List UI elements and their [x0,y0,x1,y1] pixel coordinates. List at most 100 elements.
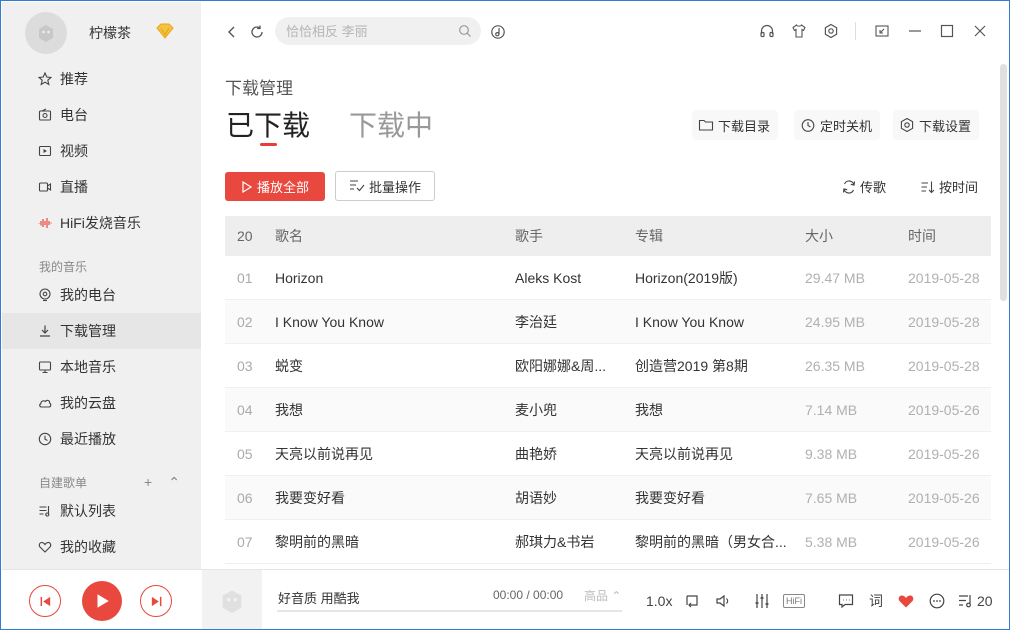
row-album[interactable]: 黎明前的黑暗（男女合... [635,532,805,552]
back-icon[interactable] [222,22,242,42]
mini-mode-icon[interactable] [872,21,892,41]
download-folder-button[interactable]: 下载目录 [692,110,779,140]
volume-icon[interactable] [714,591,732,611]
tab-downloaded[interactable]: 已下载 [226,104,310,144]
sidebar-item-radio[interactable]: 电台 [2,97,201,133]
row-song-name[interactable]: I Know You Know [275,314,515,330]
table-row[interactable]: 05 天亮以前说再见 曲艳娇 天亮以前说再见 9.38 MB 2019-05-26 [225,432,991,476]
recognize-music-icon[interactable] [488,22,508,42]
play-all-button[interactable]: 播放全部 [225,172,325,201]
sidebar-item-my-radio[interactable]: 我的电台 [2,277,201,313]
header-album[interactable]: 专辑 [635,226,805,246]
avatar[interactable] [25,12,67,54]
sort-transfer-button[interactable]: 传歌 [841,177,886,196]
sort-by-time-button[interactable]: 按时间 [920,177,978,196]
skin-tshirt-icon[interactable] [789,21,809,41]
download-settings-button[interactable]: 下载设置 [893,110,980,140]
row-artist[interactable]: 胡语妙 [515,488,635,508]
header-size[interactable]: 大小 [805,226,908,246]
quality-label: 高品 [584,589,609,603]
timer-shutdown-button[interactable]: 定时关机 [794,110,881,140]
sidebar-item-recommend[interactable]: 推荐 [2,61,201,97]
sidebar-item-default-list[interactable]: 默认列表 [2,493,201,529]
row-song-name[interactable]: 我想 [275,400,515,420]
app-window: 柠檬茶 推荐 电台 视频 直播 HiFi发烧音乐 我的音乐 我的电台 下载管理 … [0,0,1010,630]
heart-filled-icon[interactable] [897,591,915,611]
table-row[interactable]: 04 我想 麦小兜 我想 7.14 MB 2019-05-26 [225,388,991,432]
previous-button[interactable] [29,585,61,617]
table-row[interactable]: 06 我要变好看 胡语妙 我要变好看 7.65 MB 2019-05-26 [225,476,991,520]
profile: 柠檬茶 [2,2,201,62]
sidebar-item-label: 下载管理 [60,323,116,339]
row-artist[interactable]: Aleks Kost [515,270,635,286]
next-button[interactable] [140,585,172,617]
batch-operation-button[interactable]: 批量操作 [335,171,435,201]
refresh-icon[interactable] [247,22,267,42]
row-artist[interactable]: 欧阳娜娜&周... [515,356,635,376]
tab-downloading[interactable]: 下载中 [349,104,433,144]
hifi-toggle[interactable]: HiFi [783,591,805,611]
play-icon [97,594,109,608]
row-album[interactable]: 我想 [635,400,805,420]
album-cover[interactable] [202,570,262,629]
sidebar-item-local[interactable]: 本地音乐 [2,349,201,385]
row-album[interactable]: I Know You Know [635,314,805,330]
table-row[interactable]: 07 黎明前的黑暗 郝琪力&书岩 黎明前的黑暗（男女合... 5.38 MB 2019-0… [225,520,991,564]
queue-button[interactable]: 20 [957,591,993,611]
progress-bar[interactable] [277,610,622,612]
sidebar-item-download[interactable]: 下载管理 [2,313,201,349]
sidebar-item-cloud[interactable]: 我的云盘 [2,385,201,421]
row-song-name[interactable]: Horizon [275,270,515,286]
headphones-icon[interactable] [757,21,777,41]
header-artist[interactable]: 歌手 [515,226,635,246]
username[interactable]: 柠檬茶 [89,23,131,43]
search-input[interactable] [286,23,446,39]
row-album[interactable]: Horizon(2019版) [635,268,805,288]
play-button[interactable] [82,581,122,621]
row-song-name[interactable]: 我要变好看 [275,488,515,508]
track-title[interactable]: 好音质 用酷我 [278,588,360,607]
sidebar-item-live[interactable]: 直播 [2,169,201,205]
row-album[interactable]: 创造营2019 第8期 [635,356,805,376]
row-song-name[interactable]: 天亮以前说再见 [275,444,515,464]
table-row[interactable]: 02 I Know You Know 李治廷 I Know You Know 24.95… [225,300,991,344]
sidebar-item-recent[interactable]: 最近播放 [2,421,201,457]
table-row[interactable]: 03 蜕变 欧阳娜娜&周... 创造营2019 第8期 26.35 MB 2019-05-… [225,344,991,388]
sidebar-item-video[interactable]: 视频 [2,133,201,169]
row-size: 7.65 MB [805,489,858,506]
comment-icon[interactable] [837,591,855,611]
header-time[interactable]: 时间 [908,226,991,246]
settings-icon[interactable] [821,21,841,41]
row-artist[interactable]: 曲艳娇 [515,444,635,464]
more-icon[interactable] [928,591,946,611]
row-artist[interactable]: 李治廷 [515,312,635,332]
row-artist[interactable]: 郝琪力&书岩 [515,532,635,552]
add-playlist-icon[interactable]: + [144,474,152,491]
quality-selector[interactable]: 高品 ⌃ [584,587,621,604]
vip-diamond-icon[interactable] [154,22,176,40]
maximize-icon[interactable] [937,21,957,41]
close-icon[interactable] [970,21,990,41]
scrollbar[interactable] [1000,64,1007,301]
cover-placeholder-icon [222,589,242,613]
lyrics-button[interactable]: 词 [869,591,883,611]
speed-button[interactable]: 1.0x [646,591,672,611]
header-song-name[interactable]: 歌名 [275,226,515,246]
main-content: 下载管理 已下载 下载中 下载目录 定时关机 下载设置 播放全部 批量操作 传歌 [202,60,1009,569]
loop-mode-icon[interactable] [683,591,701,611]
row-album[interactable]: 天亮以前说再见 [635,444,805,464]
row-album[interactable]: 我要变好看 [635,488,805,508]
row-size: 5.38 MB [805,533,858,550]
sidebar-item-favorites[interactable]: 我的收藏 [2,529,201,565]
row-song-name[interactable]: 蜕变 [275,356,515,376]
equalizer-icon[interactable] [753,591,771,611]
row-time: 2019-05-28 [908,269,980,286]
row-size: 26.35 MB [805,357,865,374]
collapse-icon[interactable]: ⌃ [168,474,180,491]
row-artist[interactable]: 麦小兜 [515,400,635,420]
table-row[interactable]: 01 Horizon Aleks Kost Horizon(2019版) 29.47 M… [225,256,991,300]
minimize-icon[interactable] [905,21,925,41]
sidebar-item-hifi[interactable]: HiFi发烧音乐 [2,205,201,241]
search-icon[interactable] [458,24,472,38]
row-song-name[interactable]: 黎明前的黑暗 [275,532,515,552]
